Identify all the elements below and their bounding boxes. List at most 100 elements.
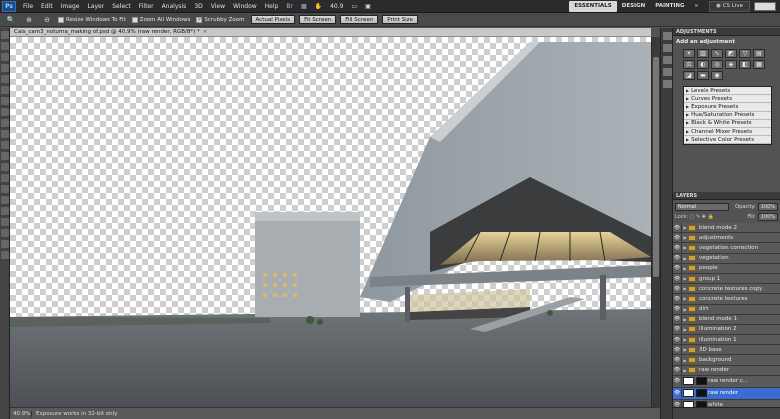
posterize-icon[interactable]: ▦: [753, 60, 765, 69]
resize-windows-checkbox[interactable]: Resize Windows To Fit: [58, 16, 126, 23]
invert-icon[interactable]: ◧: [739, 60, 751, 69]
history-panel-icon[interactable]: [663, 32, 672, 40]
vibrance-icon[interactable]: ▽: [739, 49, 751, 58]
zoom-tool-icon[interactable]: 🔍: [4, 15, 18, 25]
visibility-eye-icon[interactable]: 👁: [673, 400, 682, 407]
fill-value[interactable]: 100%: [757, 213, 778, 221]
opacity-value[interactable]: 100%: [757, 203, 778, 211]
type-tool-icon[interactable]: [1, 196, 9, 204]
actions-panel-icon[interactable]: [663, 44, 672, 52]
status-zoom[interactable]: 40.9%: [10, 410, 32, 417]
menu-help[interactable]: Help: [261, 0, 283, 13]
zoom-out-icon[interactable]: ⊖: [40, 15, 54, 25]
layer-row[interactable]: 👁 ▶ group 1: [673, 273, 780, 285]
exposure-icon[interactable]: ◩: [725, 49, 737, 58]
fit-screen-button[interactable]: Fit Screen: [299, 15, 337, 24]
blend-mode-select[interactable]: Normal: [675, 203, 729, 211]
gradient-tool-icon[interactable]: [1, 152, 9, 160]
marquee-tool-icon[interactable]: [1, 42, 9, 50]
menu-file[interactable]: File: [19, 0, 37, 13]
visibility-eye-icon[interactable]: 👁: [673, 242, 682, 253]
menu-edit[interactable]: Edit: [37, 0, 57, 13]
stamp-tool-icon[interactable]: [1, 119, 9, 127]
preset-selective-color[interactable]: ▶ Selective Color Presets: [684, 136, 771, 145]
eyedropper-tool-icon[interactable]: [1, 86, 9, 94]
crop-tool-icon[interactable]: [1, 75, 9, 83]
lock-icon[interactable]: ▢ ✎ ✥ 🔒: [690, 214, 714, 220]
layer-row[interactable]: 👁 ▶ raw render: [673, 365, 780, 376]
channel-mixer-icon[interactable]: ◈: [725, 60, 737, 69]
gradient-map-icon[interactable]: ▬: [697, 71, 709, 80]
cs-live-button[interactable]: ◉ CS Live: [709, 0, 750, 12]
eraser-tool-icon[interactable]: [1, 141, 9, 149]
fill-screen-button[interactable]: Fill Screen: [340, 15, 379, 24]
adjustments-tab[interactable]: ADJUSTMENTS: [673, 28, 780, 36]
screen-mode-icon[interactable]: ▣: [361, 0, 375, 13]
brightness-contrast-icon[interactable]: ☀: [683, 49, 695, 58]
selective-color-icon[interactable]: ◉: [711, 71, 723, 80]
zoom-level-readout[interactable]: 40.9: [326, 0, 347, 13]
visibility-eye-icon[interactable]: 👁: [673, 263, 682, 274]
layer-row[interactable]: 👁 raw render c...: [673, 376, 780, 388]
bridge-icon[interactable]: Br: [282, 0, 297, 13]
visibility-eye-icon[interactable]: 👁: [673, 253, 682, 264]
zoom-tool-icon[interactable]: [1, 251, 9, 259]
visibility-eye-icon[interactable]: 👁: [673, 283, 682, 294]
scroll-thumb[interactable]: [653, 57, 659, 277]
brush-panel-icon[interactable]: [663, 80, 672, 88]
document-canvas[interactable]: [10, 37, 651, 407]
menu-image[interactable]: Image: [57, 0, 84, 13]
visibility-eye-icon[interactable]: 👁: [673, 293, 682, 304]
arrange-documents-icon[interactable]: ▭: [347, 0, 361, 13]
shape-tool-icon[interactable]: [1, 218, 9, 226]
layer-row[interactable]: 👁 ▶ vegetation correction: [673, 242, 780, 254]
hand-tool-icon[interactable]: [1, 240, 9, 248]
menu-view[interactable]: View: [207, 0, 229, 13]
workspace-essentials-button[interactable]: ESSENTIALS: [569, 0, 617, 12]
visibility-eye-icon[interactable]: 👁: [673, 376, 682, 387]
lasso-tool-icon[interactable]: [1, 53, 9, 61]
move-tool-icon[interactable]: [1, 31, 9, 39]
lock-controls[interactable]: Lock: ▢ ✎ ✥ 🔒: [675, 214, 714, 220]
vertical-scrollbar[interactable]: [651, 37, 660, 407]
layer-row[interactable]: 👁 ▶ illumination 2: [673, 324, 780, 336]
curves-icon[interactable]: ∿: [711, 49, 723, 58]
visibility-eye-icon[interactable]: 👁: [673, 365, 682, 376]
menu-analysis[interactable]: Analysis: [158, 0, 191, 13]
visibility-eye-icon[interactable]: 👁: [673, 334, 682, 345]
history-brush-tool-icon[interactable]: [1, 130, 9, 138]
3d-rotate-tool-icon[interactable]: [1, 229, 9, 237]
visibility-eye-icon[interactable]: 👁: [673, 232, 682, 243]
close-icon[interactable]: ×: [203, 29, 208, 35]
search-input[interactable]: [754, 1, 776, 11]
threshold-icon[interactable]: ◪: [683, 71, 695, 80]
path-select-tool-icon[interactable]: [1, 207, 9, 215]
layer-row[interactable]: 👁 raw render: [673, 387, 780, 400]
layer-row[interactable]: 👁 ▶ dirt: [673, 304, 780, 315]
layer-row[interactable]: 👁 ▶ illumination 1: [673, 334, 780, 346]
visibility-eye-icon[interactable]: 👁: [673, 355, 682, 366]
photo-filter-icon[interactable]: ◎: [711, 60, 723, 69]
zoom-all-windows-checkbox[interactable]: Zoom All Windows: [131, 16, 190, 23]
layers-tab[interactable]: LAYERS: [673, 192, 780, 200]
opacity-control[interactable]: Opacity: 100%: [735, 203, 778, 211]
layer-row[interactable]: 👁 ▶ adjustments: [673, 232, 780, 244]
visibility-eye-icon[interactable]: 👁: [673, 388, 682, 399]
visibility-eye-icon[interactable]: 👁: [673, 344, 682, 355]
pen-tool-icon[interactable]: [1, 185, 9, 193]
layer-row[interactable]: 👁 ▶ people: [673, 263, 780, 274]
layer-row[interactable]: 👁 ▶ vegetation: [673, 253, 780, 264]
hue-saturation-icon[interactable]: ▤: [753, 49, 765, 58]
layer-row[interactable]: 👁 ▶ background: [673, 355, 780, 366]
levels-icon[interactable]: ▥: [697, 49, 709, 58]
fill-control[interactable]: Fill: 100%: [747, 213, 778, 221]
layer-row[interactable]: 👁 white: [673, 400, 780, 407]
menu-3d[interactable]: 3D: [190, 0, 206, 13]
layer-row[interactable]: 👁 ▶ blend mode 2: [673, 223, 780, 234]
visibility-eye-icon[interactable]: 👁: [673, 324, 682, 335]
zoom-in-icon[interactable]: ⊕: [22, 15, 36, 25]
dodge-tool-icon[interactable]: [1, 174, 9, 182]
hand-arrange-icon[interactable]: ✋: [311, 0, 326, 13]
healing-tool-icon[interactable]: [1, 97, 9, 105]
more-workspaces-button[interactable]: »: [690, 1, 704, 12]
